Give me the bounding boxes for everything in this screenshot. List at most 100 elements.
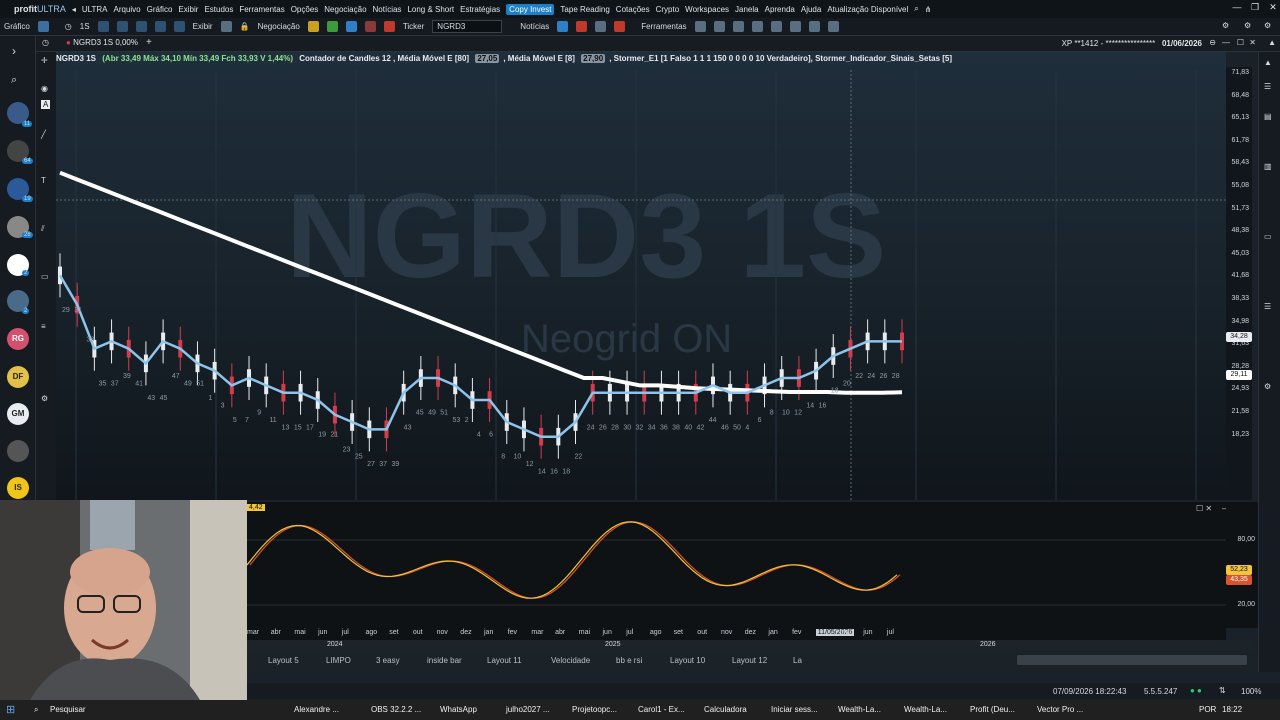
avatar-gm[interactable]: GM	[7, 403, 29, 425]
zero-icon[interactable]	[364, 21, 376, 32]
alert-icon[interactable]	[614, 21, 626, 32]
osc-max-icon[interactable]: ☐ ✕	[1196, 504, 1212, 513]
taskbar-app[interactable]: Calculadora	[704, 705, 747, 714]
menu-workspaces[interactable]: Workspaces	[685, 5, 729, 14]
menu-ultra[interactable]: ULTRA	[82, 5, 108, 14]
layout-tab[interactable]: Velocidade	[551, 656, 590, 665]
menu-cotacoes[interactable]: Cotações	[616, 5, 650, 14]
horizontal-scrollbar[interactable]	[1017, 655, 1247, 665]
add-tab-button[interactable]: +	[146, 37, 152, 48]
price-axis[interactable]: 71,83 68,48 65,13 61,78 58,43 55,08 51,73 48,38…	[1226, 67, 1252, 500]
toolbar-negociacao[interactable]: Negociação	[258, 22, 300, 31]
tool-7-icon[interactable]	[808, 21, 820, 32]
menu-negociacao[interactable]: Negociação	[324, 5, 366, 14]
tool-1-icon[interactable]	[694, 21, 706, 32]
taskbar-app[interactable]: Vector Pro ...	[1037, 705, 1083, 714]
toolbar-ferramentas[interactable]: Ferramentas	[641, 22, 686, 31]
avatar-df[interactable]: DF	[7, 366, 29, 388]
toolbar-grafico[interactable]: Gráfico	[4, 22, 30, 31]
layout-tab[interactable]: 3 easy	[376, 656, 400, 665]
menu-opcoes[interactable]: Opções	[291, 5, 319, 14]
eye-icon[interactable]: ◉	[41, 84, 48, 93]
price-chart[interactable]: NGRD3 1S Neogrid ON 29 31 33 35 37 39 41 43 45 47 49…	[56, 52, 1226, 500]
settings-gear-icon[interactable]: ⚙	[1222, 21, 1229, 30]
pane-close-icon[interactable]: ✕	[1249, 38, 1256, 47]
layout-icon[interactable]	[220, 21, 232, 32]
rect-icon[interactable]: ▭	[41, 272, 49, 281]
pan-icon[interactable]	[173, 21, 185, 32]
menu-crypto[interactable]: Crypto	[656, 5, 680, 14]
taskbar-app[interactable]: Wealth-La...	[904, 705, 947, 714]
clock-icon[interactable]: ◷	[65, 22, 72, 31]
zoom-fit-icon[interactable]	[135, 21, 147, 32]
layout-tab[interactable]: La	[793, 656, 802, 665]
share-icon[interactable]: ⋔	[925, 5, 932, 14]
pane-min-icon[interactable]: —	[1222, 38, 1230, 47]
order-v-icon[interactable]	[326, 21, 338, 32]
taskbar-app[interactable]: WhatsApp	[440, 705, 477, 714]
taskbar-app[interactable]: Alexandre ...	[294, 705, 339, 714]
rb-orders-icon[interactable]: ☰	[1264, 302, 1271, 311]
rb-list-icon[interactable]: ☰	[1264, 82, 1271, 91]
menu-estudos[interactable]: Estudos	[204, 5, 233, 14]
channel-icon[interactable]: ⫽	[41, 224, 45, 234]
menu-back-icon[interactable]: ◂	[72, 5, 76, 14]
menu-ferramentas[interactable]: Ferramentas	[239, 5, 284, 14]
menu-noticias[interactable]: Notícias	[373, 5, 402, 14]
layout-tab[interactable]: Layout 12	[732, 656, 767, 665]
close-icon[interactable]: ✕	[1265, 2, 1280, 13]
lock-icon[interactable]: 🔒	[240, 22, 250, 31]
pane-minimize-icon[interactable]: ⊖	[1209, 38, 1216, 47]
status-zoom[interactable]: 100%	[1241, 687, 1261, 696]
menu-tape-reading[interactable]: Tape Reading	[560, 5, 609, 14]
text-tool-icon[interactable]: A	[41, 100, 51, 109]
rb-up-icon[interactable]: ▲	[1264, 58, 1272, 67]
taskbar-app[interactable]: Iniciar sess...	[771, 705, 818, 714]
oscillator-chart[interactable]: 4,42 —	[247, 502, 1230, 628]
copy-invest-button[interactable]: Copy Invest	[506, 3, 555, 15]
order-book-icon[interactable]	[345, 21, 357, 32]
rb-settings-icon[interactable]: ⚙	[1264, 382, 1271, 391]
layout-tab[interactable]: LIMPO	[326, 656, 351, 665]
menu-janela[interactable]: Janela	[735, 5, 759, 14]
order-c-icon[interactable]	[307, 21, 319, 32]
layout-tab[interactable]: bb e rsi	[616, 656, 642, 665]
zoom-out-icon[interactable]	[116, 21, 128, 32]
tv-icon[interactable]	[576, 21, 588, 32]
search-icon[interactable]: ⌕	[914, 4, 918, 14]
menu-arquivo[interactable]: Arquivo	[114, 5, 141, 14]
fib-icon[interactable]: ≡	[41, 322, 46, 331]
zoom-in-icon[interactable]	[97, 21, 109, 32]
taskbar-time[interactable]: 18:22	[1222, 705, 1242, 714]
cancel-orders-icon[interactable]	[383, 21, 395, 32]
pane-max-icon[interactable]: ☐	[1237, 38, 1244, 47]
calendar-icon[interactable]	[595, 21, 607, 32]
menu-ajuda[interactable]: Ajuda	[801, 5, 821, 14]
crosshair-icon[interactable]	[154, 21, 166, 32]
tool-6-icon[interactable]	[789, 21, 801, 32]
taskbar-app[interactable]: Wealth-La...	[838, 705, 881, 714]
chart-settings-icon[interactable]: ⚙	[41, 394, 48, 403]
tool-8-icon[interactable]	[827, 21, 839, 32]
menu-long-short[interactable]: Long & Short	[407, 5, 454, 14]
expand-icon[interactable]: ›	[12, 44, 16, 58]
clock-tab-icon[interactable]: ◷	[42, 38, 49, 47]
layout-tab[interactable]: inside bar	[427, 656, 462, 665]
time-axis[interactable]: mar abr mai jun jul ago set out nov dez jan fev mar a…	[247, 628, 1226, 640]
settings-3-icon[interactable]: ⚙	[1264, 21, 1271, 30]
layout-tab[interactable]: Layout 5	[268, 656, 299, 665]
chart-grid-icon[interactable]	[37, 21, 49, 32]
menu-estrategias[interactable]: Estratégias	[460, 5, 500, 14]
news-icon[interactable]	[557, 21, 569, 32]
layout-tab[interactable]: Layout 11	[487, 656, 522, 665]
minimize-icon[interactable]: —	[1229, 2, 1245, 12]
toolbar-exibir[interactable]: Exibir	[193, 22, 213, 31]
menu-exibir[interactable]: Exibir	[178, 5, 198, 14]
restore-icon[interactable]: ❐	[1247, 2, 1263, 13]
taskbar-lang[interactable]: POR	[1199, 705, 1216, 714]
avatar[interactable]	[7, 440, 29, 462]
avatar-rg[interactable]: RG	[7, 328, 29, 350]
windows-start-icon[interactable]: ⊞	[6, 703, 15, 716]
pane-up-icon[interactable]: ▲	[1268, 38, 1276, 47]
menu-aprenda[interactable]: Aprenda	[765, 5, 795, 14]
